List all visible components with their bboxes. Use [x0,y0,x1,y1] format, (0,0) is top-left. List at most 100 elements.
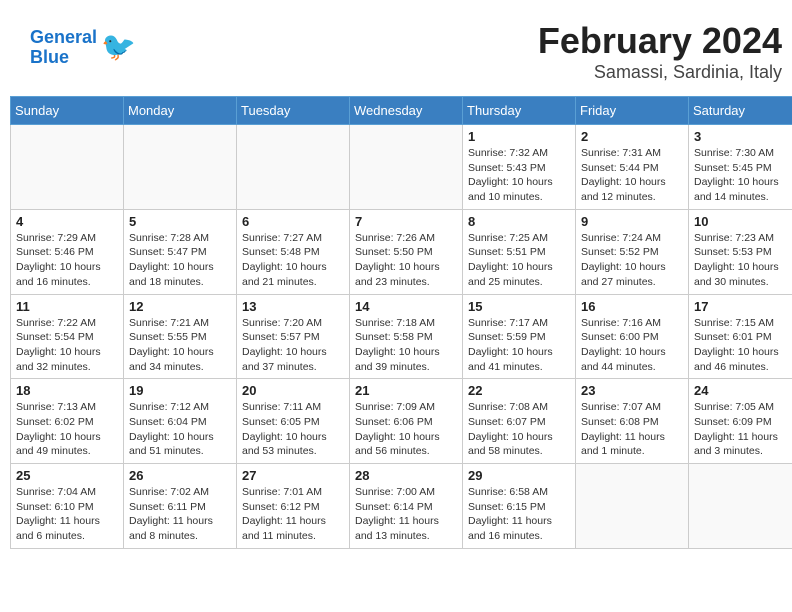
day-info: Sunrise: 7:08 AMSunset: 6:07 PMDaylight:… [468,400,570,459]
calendar-header-row: Sunday Monday Tuesday Wednesday Thursday… [11,97,792,125]
day-info: Sunrise: 7:23 AMSunset: 5:53 PMDaylight:… [694,231,792,290]
calendar-week-row: 25 Sunrise: 7:04 AMSunset: 6:10 PMDayligh… [11,464,792,549]
day-info: Sunrise: 7:15 AMSunset: 6:01 PMDaylight:… [694,316,792,375]
calendar-day-cell: 26Sunrise: 7:02 AMSunset: 6:11 PMDayligh… [124,464,237,549]
day-info: Sunrise: 7:05 AMSunset: 6:09 PMDaylight:… [694,400,792,459]
col-saturday: Saturday [689,97,792,125]
calendar-day-cell [689,464,792,549]
calendar-day-cell: 22 Sunrise: 7:08 AMSunset: 6:07 PMDayligh… [463,379,576,464]
day-info: Sunrise: 7:09 AMSunset: 6:06 PMDaylight:… [355,400,457,459]
day-number: 6 [242,214,344,229]
calendar-day-cell: 19Sunrise: 7:12 AMSunset: 6:04 PMDayligh… [124,379,237,464]
col-wednesday: Wednesday [350,97,463,125]
calendar-day-cell: 11 Sunrise: 7:22 AMSunset: 5:54 PMDayligh… [11,294,124,379]
calendar-week-row: 4 Sunrise: 7:29 AMSunset: 5:46 PMDaylight… [11,209,792,294]
day-number: 7 [355,214,457,229]
calendar-day-cell [576,464,689,549]
calendar-day-cell: 20 Sunrise: 7:11 AMSunset: 6:05 PMDayligh… [237,379,350,464]
calendar-day-cell: 23Sunrise: 7:07 AMSunset: 6:08 PMDayligh… [576,379,689,464]
day-number: 14 [355,299,457,314]
calendar-day-cell [124,125,237,210]
calendar-day-cell: 3 Sunrise: 7:30 AMSunset: 5:45 PMDaylight… [689,125,792,210]
calendar-day-cell: 1 Sunrise: 7:32 AMSunset: 5:43 PMDaylight… [463,125,576,210]
day-number: 27 [242,468,344,483]
day-info: Sunrise: 6:58 AMSunset: 6:15 PMDaylight:… [468,485,570,544]
day-number: 20 [242,383,344,398]
day-number: 25 [16,468,118,483]
day-info: Sunrise: 7:25 AMSunset: 5:51 PMDaylight:… [468,231,570,290]
calendar-day-cell: 25 Sunrise: 7:04 AMSunset: 6:10 PMDayligh… [11,464,124,549]
day-number: 2 [581,129,683,144]
logo-line2: Blue [30,48,97,68]
calendar-day-cell: 2Sunrise: 7:31 AMSunset: 5:44 PMDaylight… [576,125,689,210]
calendar-day-cell: 14 Sunrise: 7:18 AMSunset: 5:58 PMDayligh… [350,294,463,379]
calendar-day-cell: 13Sunrise: 7:20 AMSunset: 5:57 PMDayligh… [237,294,350,379]
col-friday: Friday [576,97,689,125]
calendar-week-row: 1 Sunrise: 7:32 AMSunset: 5:43 PMDaylight… [11,125,792,210]
col-thursday: Thursday [463,97,576,125]
day-number: 18 [16,383,118,398]
calendar-day-cell: 28Sunrise: 7:00 AMSunset: 6:14 PMDayligh… [350,464,463,549]
day-number: 22 [468,383,570,398]
calendar-day-cell: 29 Sunrise: 6:58 AMSunset: 6:15 PMDayligh… [463,464,576,549]
day-number: 4 [16,214,118,229]
calendar-day-cell: 5 Sunrise: 7:28 AMSunset: 5:47 PMDaylight… [124,209,237,294]
calendar-day-cell: 4 Sunrise: 7:29 AMSunset: 5:46 PMDaylight… [11,209,124,294]
day-number: 17 [694,299,792,314]
day-info: Sunrise: 7:22 AMSunset: 5:54 PMDaylight:… [16,316,118,375]
day-number: 3 [694,129,792,144]
day-info: Sunrise: 7:29 AMSunset: 5:46 PMDaylight:… [16,231,118,290]
day-number: 29 [468,468,570,483]
day-info: Sunrise: 7:16 AMSunset: 6:00 PMDaylight:… [581,316,683,375]
col-tuesday: Tuesday [237,97,350,125]
day-info: Sunrise: 7:27 AMSunset: 5:48 PMDaylight:… [242,231,344,290]
day-info: Sunrise: 7:28 AMSunset: 5:47 PMDaylight:… [129,231,231,290]
calendar-day-cell: 24 Sunrise: 7:05 AMSunset: 6:09 PMDayligh… [689,379,792,464]
day-number: 11 [16,299,118,314]
day-info: Sunrise: 7:18 AMSunset: 5:58 PMDaylight:… [355,316,457,375]
calendar-table: Sunday Monday Tuesday Wednesday Thursday… [10,96,792,549]
day-info: Sunrise: 7:04 AMSunset: 6:10 PMDaylight:… [16,485,118,544]
day-info: Sunrise: 7:11 AMSunset: 6:05 PMDaylight:… [242,400,344,459]
day-number: 21 [355,383,457,398]
day-number: 8 [468,214,570,229]
day-info: Sunrise: 7:00 AMSunset: 6:14 PMDaylight:… [355,485,457,544]
day-number: 12 [129,299,231,314]
day-number: 16 [581,299,683,314]
logo-line1: General [30,28,97,48]
day-info: Sunrise: 7:17 AMSunset: 5:59 PMDaylight:… [468,316,570,375]
calendar-day-cell: 16 Sunrise: 7:16 AMSunset: 6:00 PMDayligh… [576,294,689,379]
day-info: Sunrise: 7:21 AMSunset: 5:55 PMDaylight:… [129,316,231,375]
day-number: 9 [581,214,683,229]
day-info: Sunrise: 7:32 AMSunset: 5:43 PMDaylight:… [468,146,570,205]
calendar-day-cell: 21 Sunrise: 7:09 AMSunset: 6:06 PMDayligh… [350,379,463,464]
day-number: 23 [581,383,683,398]
logo: General Blue 🐦 [30,28,136,68]
calendar-week-row: 11 Sunrise: 7:22 AMSunset: 5:54 PMDayligh… [11,294,792,379]
day-number: 5 [129,214,231,229]
day-number: 1 [468,129,570,144]
calendar-day-cell: 15Sunrise: 7:17 AMSunset: 5:59 PMDayligh… [463,294,576,379]
calendar-day-cell [237,125,350,210]
day-info: Sunrise: 7:02 AMSunset: 6:11 PMDaylight:… [129,485,231,544]
calendar-day-cell: 9 Sunrise: 7:24 AMSunset: 5:52 PMDaylight… [576,209,689,294]
calendar-day-cell: 27 Sunrise: 7:01 AMSunset: 6:12 PMDayligh… [237,464,350,549]
calendar-day-cell [11,125,124,210]
calendar-day-cell: 7 Sunrise: 7:26 AMSunset: 5:50 PMDaylight… [350,209,463,294]
day-number: 10 [694,214,792,229]
calendar-day-cell: 6 Sunrise: 7:27 AMSunset: 5:48 PMDaylight… [237,209,350,294]
day-info: Sunrise: 7:01 AMSunset: 6:12 PMDaylight:… [242,485,344,544]
day-number: 19 [129,383,231,398]
day-info: Sunrise: 7:13 AMSunset: 6:02 PMDaylight:… [16,400,118,459]
calendar-day-cell: 12 Sunrise: 7:21 AMSunset: 5:55 PMDayligh… [124,294,237,379]
calendar-day-cell [350,125,463,210]
calendar-day-cell: 8 Sunrise: 7:25 AMSunset: 5:51 PMDaylight… [463,209,576,294]
day-info: Sunrise: 7:30 AMSunset: 5:45 PMDaylight:… [694,146,792,205]
day-info: Sunrise: 7:24 AMSunset: 5:52 PMDaylight:… [581,231,683,290]
day-number: 13 [242,299,344,314]
calendar-day-cell: 10 Sunrise: 7:23 AMSunset: 5:53 PMDayligh… [689,209,792,294]
logo-bird-icon: 🐦 [101,32,136,63]
calendar-week-row: 18 Sunrise: 7:13 AMSunset: 6:02 PMDayligh… [11,379,792,464]
day-number: 24 [694,383,792,398]
day-info: Sunrise: 7:26 AMSunset: 5:50 PMDaylight:… [355,231,457,290]
